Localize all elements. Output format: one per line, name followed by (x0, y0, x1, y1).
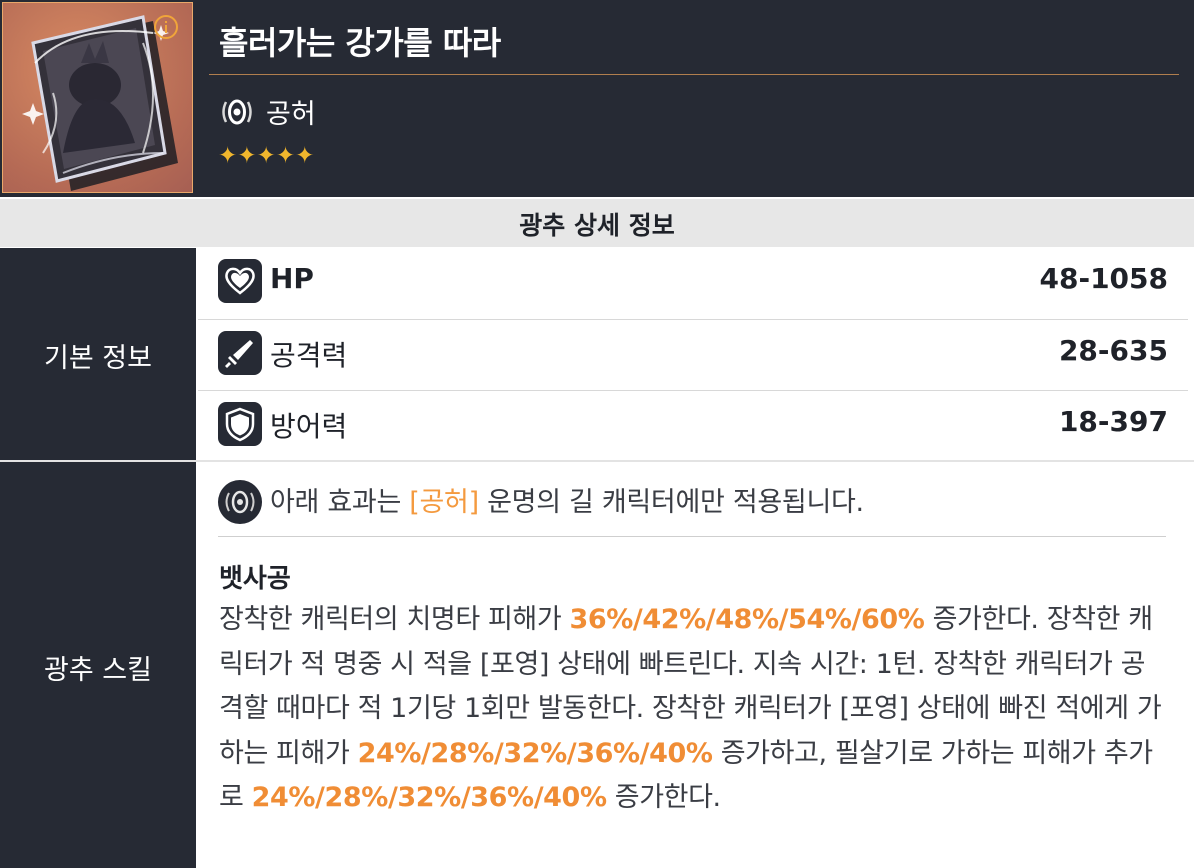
section-title: 광추 상세 정보 (519, 211, 675, 240)
header: 흘러가는 강가를 따라 공허 ✦✦✦✦✦ (0, 0, 1194, 197)
light-cone-title: 흘러가는 강가를 따라 (219, 24, 501, 62)
skill-value-highlight: 24%/28%/32%/36%/40% (251, 782, 607, 813)
note-text: 운명의 길 캐릭터에만 적용됩니다. (478, 487, 864, 518)
stat-row-hp: HP 48-1058 (198, 248, 1188, 318)
skill-header: 광추 스킬 (0, 462, 196, 868)
note-text: 아래 효과는 (270, 487, 410, 518)
skill-content: 아래 효과는 [공허] 운명의 길 캐릭터에만 적용됩니다. 뱃사공 장착한 캐… (198, 462, 1194, 868)
skill-value-highlight: 36%/42%/48%/54%/60% (569, 604, 925, 635)
stat-name-defense: 방어력 (270, 410, 348, 443)
stat-row-attack: 공격력 28-635 (198, 320, 1188, 390)
skill-text-segment: 증가한다. (606, 782, 721, 813)
stat-value-defense: 18-397 (1058, 405, 1168, 438)
skill-text-segment: 장착한 캐릭터의 치명타 피해가 (219, 604, 570, 635)
basic-info-label: 기본 정보 (44, 343, 152, 374)
rarity-stars: ✦✦✦✦✦ (218, 143, 315, 169)
path-name: 공허 (266, 99, 316, 130)
skill-label: 광추 스킬 (44, 655, 152, 686)
stat-value-hp: 48-1058 (1039, 262, 1168, 295)
basic-info-header: 기본 정보 (0, 248, 196, 460)
stat-name-attack: 공격력 (270, 339, 348, 372)
skill-description: 장착한 캐릭터의 치명타 피해가 36%/42%/48%/54%/60% 증가한… (219, 598, 1164, 821)
stat-row-defense: 방어력 18-397 (198, 391, 1188, 461)
skill-divider (218, 536, 1166, 537)
section-header: 광추 상세 정보 (0, 197, 1194, 247)
info-icon[interactable] (153, 14, 179, 40)
light-cone-art (0, 0, 195, 195)
stat-value-attack: 28-635 (1058, 334, 1168, 367)
skill-value-highlight: 24%/28%/32%/36%/40% (357, 737, 713, 769)
heart-icon (218, 259, 262, 303)
note-path-highlight: [공허] (409, 487, 479, 518)
stat-name-hp: HP (270, 262, 314, 295)
light-cone-card: 흘러가는 강가를 따라 공허 ✦✦✦✦✦ 광추 상세 정보 기본 정보 HP 4… (0, 0, 1194, 868)
shield-icon (218, 402, 262, 446)
path-restriction-note: 아래 효과는 [공허] 운명의 길 캐릭터에만 적용됩니다. (270, 480, 864, 519)
nihility-path-icon (218, 480, 262, 524)
title-divider (209, 74, 1179, 75)
skill-name: 뱃사공 (219, 564, 291, 594)
nihility-path-icon (222, 99, 252, 125)
sword-icon (218, 331, 262, 375)
